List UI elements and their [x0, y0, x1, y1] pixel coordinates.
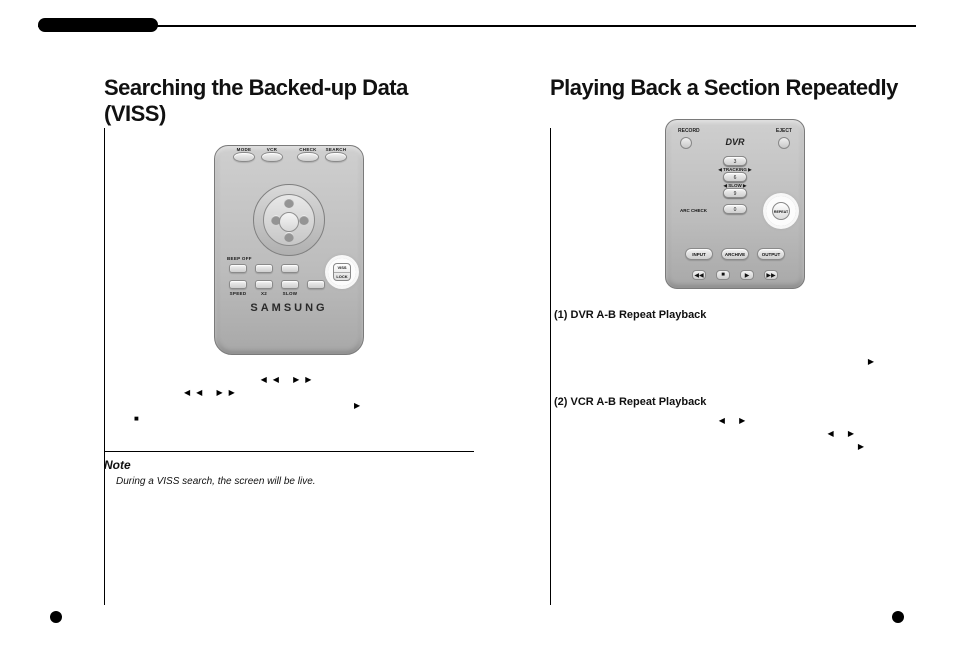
- lock-label: LOCK: [334, 272, 350, 281]
- note-block: Note During a VISS search, the screen wi…: [104, 451, 474, 487]
- row2-button-2[interactable]: [255, 264, 273, 273]
- header-rule: [38, 25, 916, 27]
- right-column: Playing Back a Section Repeatedly RECORD…: [550, 75, 920, 618]
- speed-label: SPEED: [229, 291, 247, 296]
- glyph-line-2: ◀◀ ▶▶: [104, 388, 474, 397]
- mode-button[interactable]: [233, 152, 255, 162]
- subheading-1: (1) DVR A-B Repeat Playback: [554, 309, 920, 321]
- eject-button[interactable]: [778, 137, 790, 149]
- slow-button[interactable]: [281, 280, 299, 289]
- input-button[interactable]: INPUT: [685, 248, 713, 260]
- row2-button-1[interactable]: [229, 264, 247, 273]
- dpad-right[interactable]: [299, 215, 309, 225]
- ff-icon[interactable]: ▶▶: [764, 270, 778, 280]
- left-title: Searching the Backed-up Data (VISS): [104, 75, 474, 127]
- speed-button[interactable]: [229, 280, 247, 289]
- output-button[interactable]: OUTPUT: [757, 248, 785, 260]
- record-button[interactable]: [680, 137, 692, 149]
- check-button[interactable]: [297, 152, 319, 162]
- remote-control-left: MODE VCR CHECK SEARCH BEEP OFF VISS LOCK: [214, 145, 364, 355]
- x2-label: X2: [255, 291, 273, 296]
- repeat-button[interactable]: REPEAT: [772, 202, 790, 220]
- num-3[interactable]: 3: [723, 156, 747, 166]
- subheading-2: (2) VCR A-B Repeat Playback: [554, 396, 920, 408]
- num-9[interactable]: 9: [723, 188, 747, 198]
- beep-off-label: BEEP OFF: [227, 256, 252, 261]
- x2-button[interactable]: [255, 280, 273, 289]
- search-button[interactable]: [325, 152, 347, 162]
- record-label: RECORD: [678, 128, 700, 134]
- page-dot-right: [892, 611, 904, 623]
- glyph-r1: ▶: [550, 357, 920, 366]
- dpad-up[interactable]: [284, 198, 294, 208]
- viss-label: VISS: [334, 264, 350, 272]
- archive-button[interactable]: ARCHIVE: [721, 248, 749, 260]
- glyph-line-3: ▶: [104, 401, 474, 410]
- left-column: Searching the Backed-up Data (VISS) MODE…: [104, 75, 474, 618]
- glyph-line-4: ■: [104, 414, 474, 423]
- note-title: Note: [104, 458, 474, 472]
- glyph-r2: ◀ ▶: [550, 416, 920, 425]
- num-6[interactable]: 6: [723, 172, 747, 182]
- glyph-r3: ◀ ▶: [550, 429, 920, 438]
- remote-control-right: RECORD EJECT DVR 1 2 3 ◀ TRACKING ▶ 4 5 …: [665, 119, 805, 289]
- row3-button-4[interactable]: [307, 280, 325, 289]
- note-body: During a VISS search, the screen will be…: [104, 472, 474, 487]
- row2-button-3[interactable]: [281, 264, 299, 273]
- rewind-icon[interactable]: ◀◀: [692, 270, 706, 280]
- dpad-ok[interactable]: [279, 212, 299, 232]
- stop-icon[interactable]: ■: [716, 270, 730, 280]
- viss-lock-button[interactable]: VISS LOCK: [333, 263, 351, 281]
- page: Searching the Backed-up Data (VISS) MODE…: [0, 0, 954, 653]
- eject-label: EJECT: [776, 128, 792, 134]
- dvr-logo: DVR: [725, 137, 744, 147]
- glyph-r4: ▶: [550, 442, 920, 451]
- num-0[interactable]: 0: [723, 204, 747, 214]
- brand-logo: SAMSUNG: [215, 302, 363, 314]
- slow-label: SLOW: [281, 291, 299, 296]
- dpad-down[interactable]: [284, 232, 294, 242]
- right-title: Playing Back a Section Repeatedly: [550, 75, 920, 101]
- page-dot-left: [50, 611, 62, 623]
- glyph-line-1: ◀◀ ▶▶: [104, 375, 474, 384]
- vcr-button[interactable]: [261, 152, 283, 162]
- play-icon[interactable]: ▶: [740, 270, 754, 280]
- arc-check-label: ARC CHECK: [680, 208, 707, 213]
